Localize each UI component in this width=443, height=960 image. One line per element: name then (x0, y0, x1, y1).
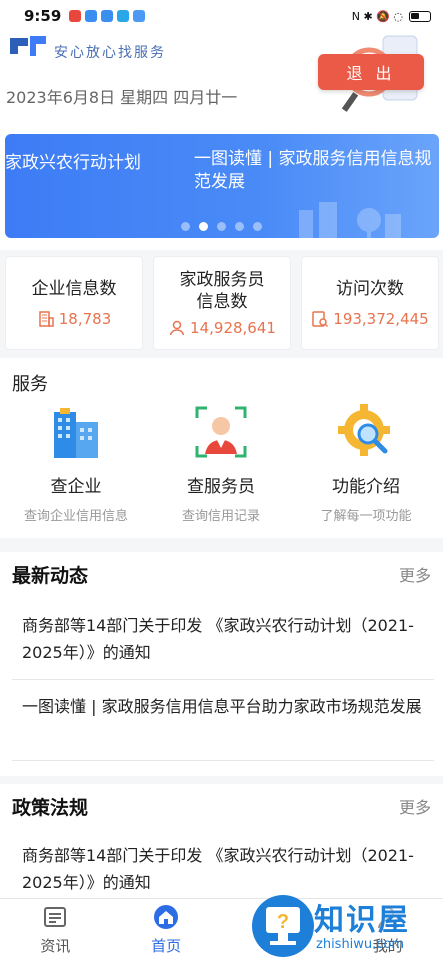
stat-number: 193,372,445 (333, 310, 429, 328)
latest-news-section: 最新动态 更多 商务部等14部门关于印发 《家政兴农行动计划（2021-2025… (0, 552, 443, 776)
service-query-company[interactable]: 查企业 查询企业信用信息 (2, 404, 150, 524)
app-notification-icon (69, 10, 82, 22)
current-date: 2023年6月8日 星期四 四月廿一 (6, 88, 238, 107)
banner-title-left: 家政兴农行动计划 (5, 153, 141, 173)
carousel-dot[interactable] (217, 222, 226, 231)
gear-magnifier-icon (338, 404, 390, 456)
watermark-url: zhishiwu.com (316, 937, 405, 952)
more-link[interactable]: 更多 (399, 562, 431, 586)
svg-text:?: ? (277, 911, 289, 933)
stat-value: 14,928,641 (168, 319, 276, 337)
service-desc: 查询信用记录 (181, 509, 260, 524)
banner-title-right: 一图读懂 | 家政服务信用信息规范发展 (194, 149, 432, 192)
service-function-intro[interactable]: 功能介绍 了解每一项功能 (292, 404, 440, 524)
stat-value: 193,372,445 (311, 310, 429, 328)
app-notification-icon (101, 10, 114, 22)
slogan: 安心放心找服务 (54, 45, 166, 61)
news-item[interactable]: 一图读懂 | 家政服务信用信息平台助力家政市场规范发展 (12, 693, 432, 720)
stat-card-workers: 家政服务员信息数 14,928,641 (153, 256, 291, 350)
status-time: 9:59 (24, 7, 62, 25)
stat-number: 18,783 (58, 310, 112, 328)
stat-value: 18,783 (37, 310, 112, 328)
nav-home[interactable]: 首页 (111, 899, 222, 960)
service-name: 功能介绍 (332, 477, 400, 497)
banner-decoration-icon (299, 202, 401, 238)
service-query-worker[interactable]: 查服务员 查询信用记录 (147, 404, 295, 524)
nav-label: 首页 (151, 937, 182, 955)
document-search-icon (312, 311, 329, 328)
service-desc: 查询企业信用信息 (23, 509, 128, 524)
status-icons: N ✱ 🔕 ◌ (351, 9, 403, 23)
service-name: 查企业 (50, 477, 102, 497)
face-scan-icon (195, 406, 247, 458)
status-indicators: N ✱ 🔕 ◌ (352, 10, 431, 23)
stat-card-visits: 访问次数 193,372,445 (301, 256, 439, 350)
building-icon (39, 311, 54, 327)
app-notification-icon (133, 10, 146, 22)
services-section: 服务 查企业 查询企业信用信息 查服务员 查询信用记录 功能介绍 了解每一项功能 (0, 358, 443, 538)
divider (12, 679, 434, 680)
person-icon (169, 320, 185, 336)
stat-number: 14,928,641 (190, 319, 276, 337)
stat-card-enterprises: 企业信息数 18,783 (5, 256, 143, 350)
banner-carousel[interactable]: 家政兴农行动计划 一图读懂 | 家政服务信用信息规范发展 (5, 134, 439, 238)
section-header: 政策法规 更多 (12, 786, 431, 826)
app-notification-icon (85, 10, 98, 22)
more-link[interactable]: 更多 (399, 794, 431, 818)
section-title: 最新动态 (12, 564, 89, 587)
policy-section: 政策法规 更多 商务部等14部门关于印发 《家政兴农行动计划（2021-2025… (0, 784, 443, 898)
nav-news[interactable]: 资讯 (0, 899, 111, 960)
nav-label: 资讯 (40, 937, 71, 955)
watermark: ? 知识屋 zhishiwu.com (250, 893, 443, 960)
carousel-dot[interactable] (181, 222, 190, 231)
app-notification-icon (117, 10, 130, 22)
service-desc: 了解每一项功能 (320, 509, 412, 524)
services-title: 服务 (12, 374, 48, 395)
watermark-logo-icon: ? (252, 895, 314, 957)
carousel-dot[interactable] (253, 222, 262, 231)
status-bar: 9:59 N ✱ 🔕 ◌ (0, 0, 443, 32)
carousel-dot-active[interactable] (199, 222, 208, 231)
home-icon (154, 905, 179, 929)
stat-label: 访问次数 (336, 279, 404, 299)
stat-label: 企业信息数 (31, 279, 117, 299)
company-building-icon (54, 408, 98, 458)
statistics-cards: 企业信息数 18,783 家政服务员信息数 14,928,641 访问次数 19… (5, 256, 439, 350)
carousel-indicator (181, 222, 262, 231)
app-logo-icon (10, 36, 46, 56)
stat-label: 家政服务员信息数 (179, 270, 265, 312)
policy-item[interactable]: 商务部等14部门关于印发 《家政兴农行动计划（2021-2025年）》的通知 (12, 842, 432, 896)
section-title: 政策法规 (12, 796, 89, 819)
carousel-dot[interactable] (235, 222, 244, 231)
service-name: 查服务员 (187, 477, 255, 497)
logout-button[interactable]: 退 出 (318, 54, 424, 90)
battery-icon (409, 10, 431, 22)
banner-section: 家政兴农行动计划 一图读懂 | 家政服务信用信息规范发展 (0, 120, 443, 250)
divider (12, 760, 434, 761)
header: 安心放心找服务 2023年6月8日 星期四 四月廿一 退 出 (0, 32, 443, 120)
section-header: 最新动态 更多 (12, 554, 431, 594)
news-icon (44, 907, 67, 927)
news-item[interactable]: 商务部等14部门关于印发 《家政兴农行动计划（2021-2025年）》的通知 (12, 612, 432, 666)
watermark-text: 知识屋 (314, 903, 410, 938)
